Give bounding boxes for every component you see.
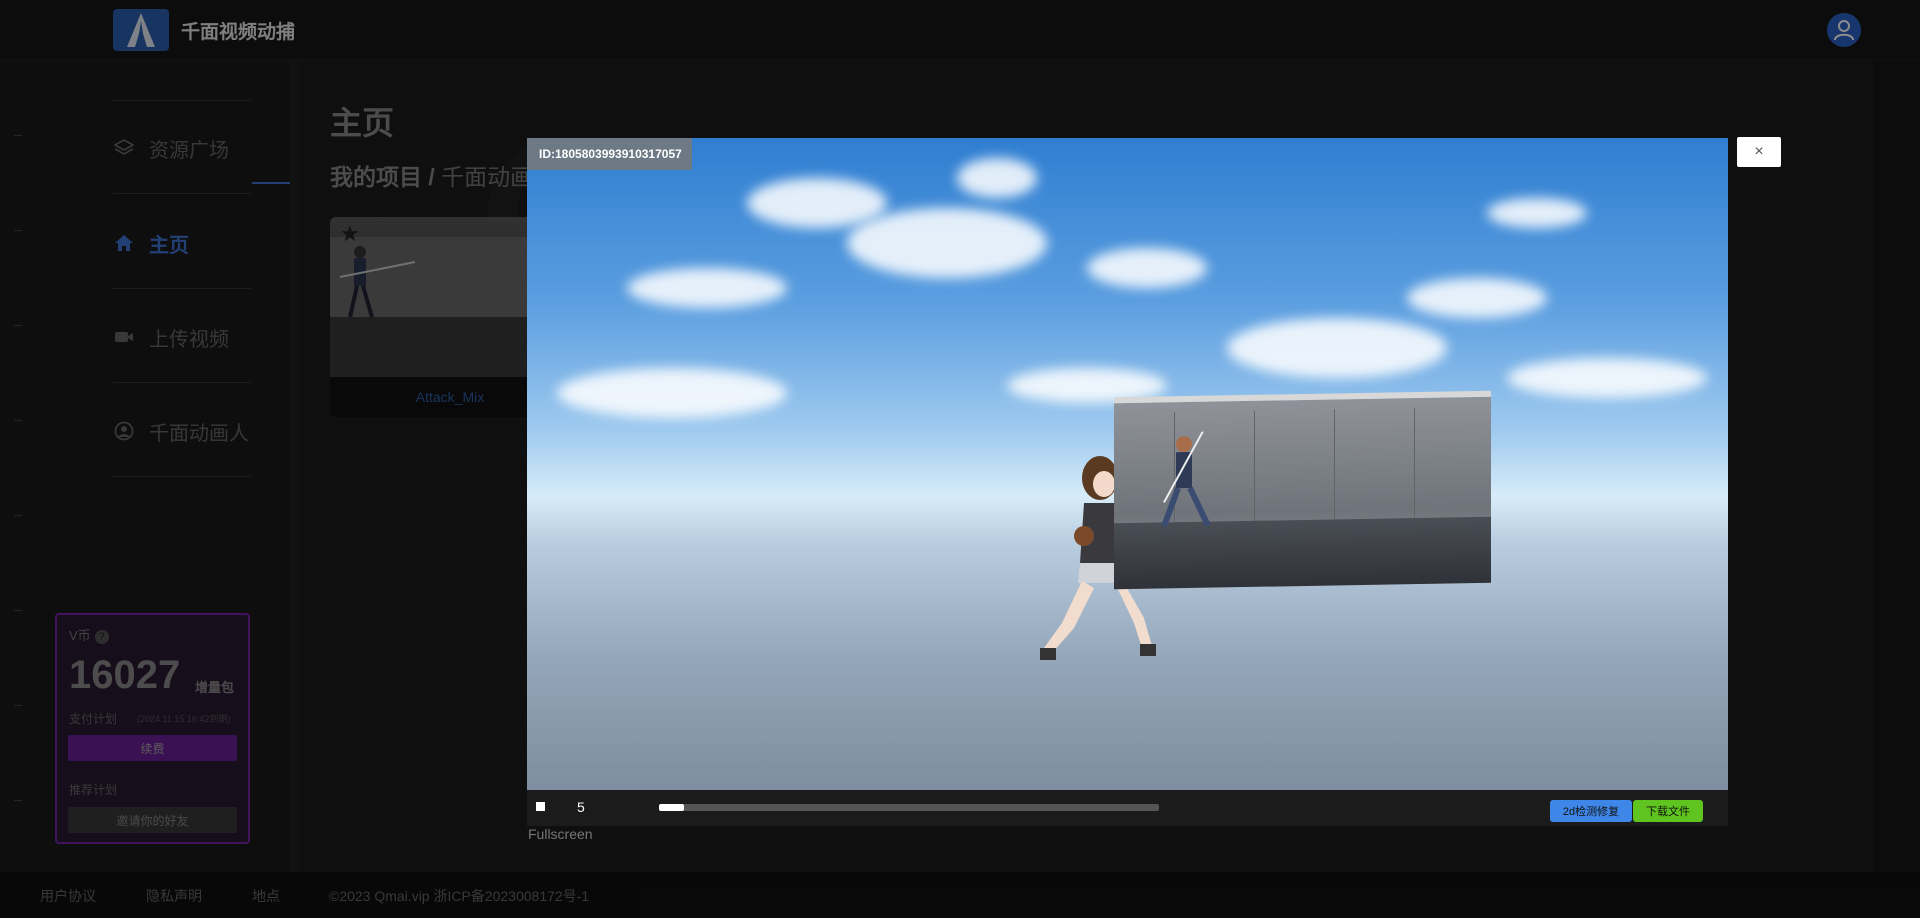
playback-controls: 5 2d检测修复 下载文件 <box>527 790 1728 826</box>
fullscreen-link[interactable]: Fullscreen <box>528 826 593 842</box>
stop-icon[interactable] <box>536 802 545 811</box>
progress-fill <box>659 804 684 811</box>
close-button[interactable]: × <box>1737 137 1781 167</box>
video-plane <box>1114 390 1491 590</box>
progress-track[interactable] <box>659 804 1159 811</box>
frame-counter: 5 <box>577 799 585 815</box>
model-id-tag: ID:1805803993910317057 <box>527 138 692 170</box>
download-file-button[interactable]: 下载文件 <box>1633 800 1703 822</box>
3d-viewer[interactable] <box>527 138 1728 790</box>
2d-detect-fix-button[interactable]: 2d检测修复 <box>1550 800 1632 822</box>
